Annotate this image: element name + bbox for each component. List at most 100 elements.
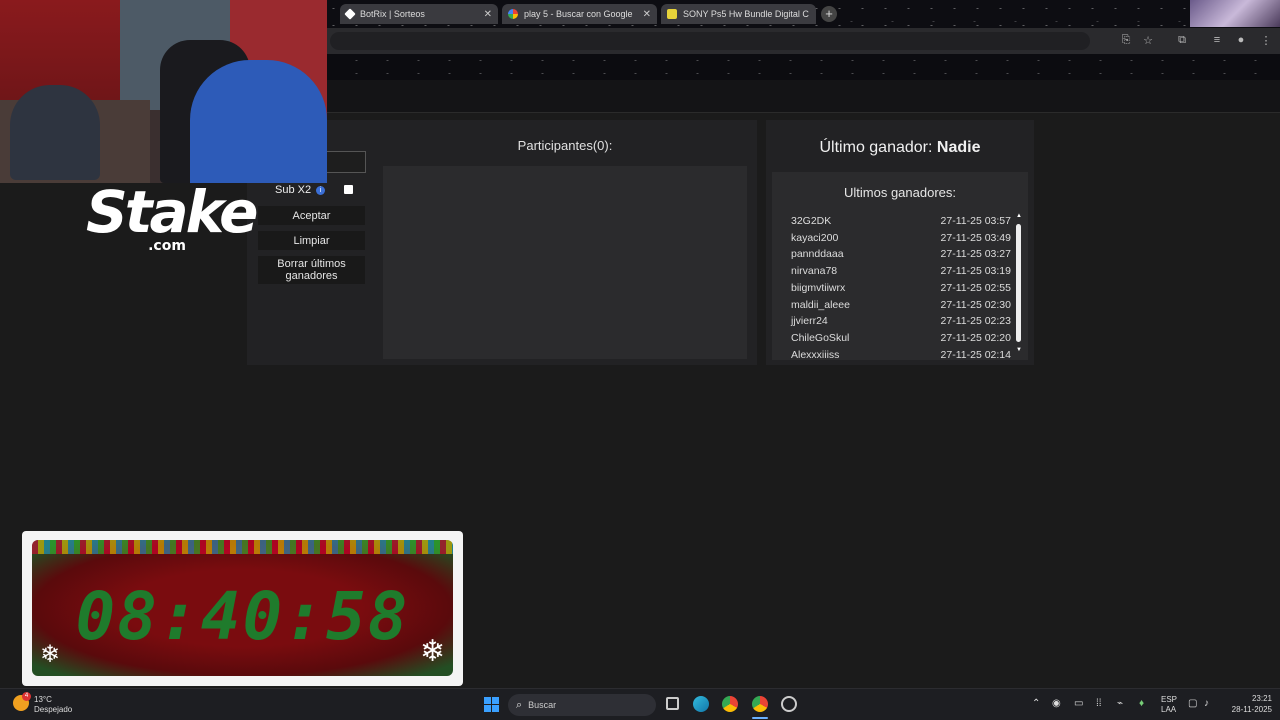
last-winner-name: Nadie	[936, 139, 981, 156]
sub-x2-checkbox[interactable]	[344, 185, 353, 194]
recent-winners-title: Ultimos ganadores:	[844, 185, 956, 200]
tab-sony-ps5[interactable]: SONY Ps5 Hw Bundle Digital C ✕	[661, 4, 816, 24]
winner-row: 32G2DK 27-11-25 03:57	[791, 215, 1011, 227]
winner-user: maldii_aleee	[791, 298, 850, 311]
close-icon[interactable]: ✕	[484, 9, 492, 20]
winner-row: ChileGoSkul 27-11-25 02:20	[791, 332, 1011, 344]
sub-x2-label: Sub X2	[275, 184, 312, 196]
christmas-lights	[32, 540, 453, 554]
tray-app-icon[interactable]: ▭	[1074, 698, 1083, 709]
winner-user: kayaci200	[791, 231, 839, 244]
obs-icon[interactable]	[781, 696, 797, 712]
network-icon[interactable]: ⌁	[1117, 698, 1123, 709]
winner-time: 27-11-25 02:30	[940, 298, 1011, 311]
display-icon[interactable]: ▢	[1188, 698, 1197, 709]
galaxy-image	[1190, 0, 1280, 27]
weather-temp: 13°C	[34, 695, 52, 704]
stake-logo: Stake .com	[86, 178, 258, 253]
chrome-icon[interactable]	[722, 696, 738, 712]
profile-icon[interactable]: ●	[1234, 34, 1248, 46]
google-icon	[508, 9, 518, 19]
star-icon[interactable]: ☆	[1141, 34, 1155, 47]
winner-time: 27-11-25 03:19	[940, 265, 1011, 278]
winner-user: 32G2DK	[791, 215, 832, 227]
menu-icon[interactable]: ⋮	[1259, 34, 1273, 47]
tab-botrix[interactable]: BotRix | Sorteos ✕	[340, 4, 498, 24]
tab-title: play 5 - Buscar con Google	[524, 9, 633, 19]
task-view-icon[interactable]	[666, 697, 679, 710]
winner-time: 27-11-25 02:23	[940, 315, 1011, 328]
search-icon: ⌕	[516, 698, 523, 711]
taskbar-search[interactable]: ⌕ Buscar	[508, 694, 656, 716]
countdown-timer: 08:40:58	[75, 578, 410, 655]
winner-row: pannddaaa 27-11-25 03:27	[791, 248, 1011, 260]
windows-start-icon[interactable]	[484, 697, 499, 712]
stake-logo-text: Stake	[86, 178, 258, 246]
winners-scrollbar[interactable]: ▲ ▼	[1015, 213, 1023, 358]
winner-user: jjvierr24	[791, 315, 828, 328]
webcam-overlay	[0, 0, 327, 183]
grid-icon[interactable]: ⁞⁞	[1096, 698, 1102, 709]
winner-row: Alexxxiiiss 27-11-25 02:14	[791, 349, 1011, 359]
clear-button[interactable]: Limpiar	[258, 231, 365, 250]
accept-button[interactable]: Aceptar	[258, 206, 365, 225]
winner-time: 27-11-25 03:57	[940, 215, 1011, 227]
winner-user: biigmvtiiwrx	[791, 281, 846, 294]
winner-time: 27-11-25 03:49	[940, 231, 1011, 244]
tray-overflow-icon[interactable]: ⌃	[1032, 698, 1040, 709]
winner-time: 27-11-25 02:20	[940, 331, 1011, 344]
chrome-active-icon[interactable]	[752, 696, 768, 712]
language-bottom[interactable]: LAA	[1161, 705, 1176, 714]
countdown-timer-frame: ❄ ❄ 08:40:58	[22, 531, 463, 686]
new-tab-button[interactable]: +	[821, 6, 837, 22]
webcam-person-right	[190, 60, 327, 183]
language-top[interactable]: ESP	[1161, 695, 1177, 704]
store-icon	[667, 9, 677, 19]
participants-list[interactable]	[383, 166, 747, 359]
winner-user: Alexxxiiiss	[791, 348, 840, 359]
active-app-indicator	[752, 717, 768, 719]
tab-title: BotRix | Sorteos	[360, 9, 425, 19]
close-icon[interactable]: ✕	[815, 9, 816, 20]
microphone-icon[interactable]: ♦	[1139, 698, 1144, 709]
winner-time: 27-11-25 02:14	[940, 348, 1011, 359]
last-winner-label: Último ganador:	[819, 139, 933, 156]
winner-row: kayaci200 27-11-25 03:49	[791, 232, 1011, 244]
participants-title: Participantes(0):	[517, 138, 613, 153]
winner-user: ChileGoSkul	[791, 331, 850, 344]
translate-icon[interactable]: ⎘	[1119, 34, 1133, 47]
close-icon[interactable]: ✕	[643, 9, 651, 20]
tab-title: SONY Ps5 Hw Bundle Digital C	[683, 9, 809, 19]
clock-time[interactable]: 23:21	[1230, 694, 1272, 703]
sub-x2-option: Sub X2 i	[275, 184, 326, 196]
winner-row: jjvierr24 27-11-25 02:23	[791, 315, 1011, 327]
winner-time: 27-11-25 03:27	[940, 248, 1011, 261]
winner-row: nirvana78 27-11-25 03:19	[791, 265, 1011, 277]
weather-badge: 4	[22, 692, 31, 701]
edge-icon[interactable]	[693, 696, 709, 712]
scroll-up-icon[interactable]: ▲	[1016, 213, 1022, 219]
winner-user: nirvana78	[791, 265, 838, 278]
weather-desc: Despejado	[34, 705, 73, 714]
info-icon[interactable]: i	[316, 185, 326, 195]
scrollbar-thumb[interactable]	[1016, 224, 1021, 342]
winner-row: maldii_aleee 27-11-25 02:30	[791, 299, 1011, 311]
winner-row: biigmvtiiwrx 27-11-25 02:55	[791, 282, 1011, 294]
clear-winners-button[interactable]: Borrar últimos ganadores	[258, 256, 365, 284]
media-icon[interactable]: ≡	[1210, 34, 1224, 46]
scroll-down-icon[interactable]: ▼	[1016, 347, 1022, 353]
last-winner: Último ganador: Nadie	[766, 139, 1034, 157]
botrix-icon	[344, 8, 356, 20]
windows-taskbar: 4 13°C Despejado ⌕ Buscar ⌃ ◉ ▭ ⁞⁞ ⌁ ♦ E…	[0, 688, 1280, 720]
countdown-timer-background: ❄ ❄ 08:40:58	[32, 540, 453, 676]
search-placeholder: Buscar	[528, 700, 557, 710]
discord-icon[interactable]: ◉	[1052, 698, 1061, 709]
winner-time: 27-11-25 02:55	[940, 281, 1011, 294]
volume-icon[interactable]: ♪	[1204, 698, 1209, 709]
winner-user: pannddaaa	[791, 248, 844, 261]
clock-date[interactable]: 28-11-2025	[1224, 705, 1272, 714]
webcam-person-left	[10, 85, 100, 180]
tab-google-search[interactable]: play 5 - Buscar con Google ✕	[502, 4, 657, 24]
address-bar[interactable]	[330, 32, 1090, 50]
extensions-icon[interactable]: ⧉	[1175, 34, 1189, 47]
